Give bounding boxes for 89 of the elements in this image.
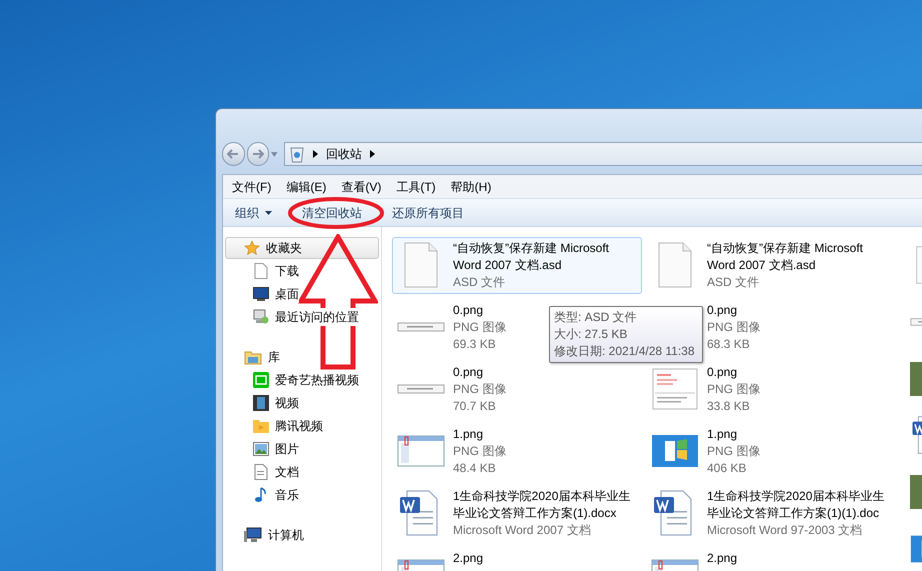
file-name: 0.png	[707, 364, 738, 381]
image-thumbnail-icon	[397, 321, 445, 333]
nav-item-label: 最近访问的位置	[275, 308, 359, 326]
file-name: 2.png	[453, 550, 484, 567]
file-name: 0.png	[453, 302, 484, 319]
file-tile[interactable]: 2.png	[646, 547, 896, 571]
file-tile[interactable]: 1.png PNG 图像 406 KB	[646, 423, 896, 480]
folder-icon	[244, 349, 262, 365]
star-icon	[244, 240, 260, 256]
nav-item[interactable]: 桌面	[223, 282, 381, 305]
back-button[interactable]	[222, 142, 245, 166]
file-name: 1.png	[453, 426, 484, 443]
file-name: “自动恢复”保存新建 Microsoft Word 2007 文档.asd	[453, 240, 610, 274]
toolbar-button[interactable]: 还原所有项目	[392, 204, 464, 222]
back-arrow-icon	[227, 149, 240, 159]
caret-icon	[265, 210, 272, 214]
organize-dropdown[interactable]: 组织	[235, 204, 272, 222]
picture-icon	[253, 442, 269, 456]
nav-item[interactable]: 腾讯视频	[223, 414, 381, 437]
breadcrumb-arrow-icon	[313, 150, 318, 158]
file-name: 1生命科技学院2020届本科毕业生毕业论文答辩工作方案(1).docx	[453, 488, 632, 522]
file-size: 69.3 KB	[453, 336, 496, 353]
menu-item[interactable]: 帮助(H)	[446, 178, 496, 196]
monitor-icon	[253, 286, 269, 300]
nav-item[interactable]: 图片	[223, 437, 381, 460]
file-size: 33.8 KB	[707, 398, 750, 415]
address-bar[interactable]: 回收站	[284, 142, 922, 166]
file-name: 0.png	[453, 364, 484, 381]
nav-group-label: 库	[268, 349, 280, 366]
file-tile[interactable]: 0.png PNG 图像 70.7 KB	[392, 361, 642, 418]
computer-icon	[244, 527, 262, 543]
nav-item-label: 音乐	[275, 486, 299, 504]
nav-group-label: 计算机	[268, 527, 304, 544]
file-type: PNG 图像	[707, 319, 760, 336]
file-size: 70.7 KB	[453, 398, 496, 415]
breadcrumb-arrow-icon	[370, 150, 375, 158]
file-type: ASD 文件	[453, 274, 506, 291]
video-app-icon	[253, 372, 269, 388]
file-name: 1.png	[707, 426, 738, 443]
menu-item[interactable]: 编辑(E)	[281, 178, 332, 196]
file-tile[interactable]: 1生命科技学院2020届本科毕业生毕业论文答辩工作方案(1)(1).doc Microsoft Word 97-2003 文档	[646, 485, 896, 542]
tooltip-line: 修改日期: 2021/4/28 11:38	[554, 343, 696, 360]
image-thumbnail-icon	[397, 383, 445, 395]
file-tile[interactable]: 2.png	[392, 547, 642, 571]
file-size: 68.3 KB	[707, 336, 750, 353]
nav-item[interactable]: 爱奇艺热播视频	[223, 368, 381, 391]
document-icon	[254, 464, 268, 480]
file-type: PNG 图像	[453, 319, 506, 336]
computer-clock-icon	[253, 308, 269, 324]
file-type: PNG 图像	[453, 381, 506, 398]
file-tile[interactable]: “自动恢复”保存新建 Microsoft Word 2007 文档.asd ASD 文件	[392, 237, 642, 294]
file-size: 48.4 KB	[453, 460, 496, 477]
menu-item[interactable]: 工具(T)	[391, 178, 441, 196]
nav-item[interactable]: 音乐	[223, 483, 381, 506]
file-tile[interactable]: 0.png PNG 图像 33.8 KB	[646, 361, 896, 418]
forward-arrow-icon	[252, 149, 264, 159]
file-name: 0.png	[707, 302, 738, 319]
nav-item[interactable]: 下载	[223, 259, 381, 282]
file-type: PNG 图像	[453, 443, 506, 460]
nav-group-header[interactable]: 计算机	[225, 524, 379, 546]
nav-group-header[interactable]: 库	[225, 346, 379, 368]
file-name: “自动恢复”保存新建 Microsoft Word 2007 文档.asd	[707, 240, 864, 274]
nav-item[interactable]: 最近访问的位置	[223, 305, 381, 328]
menu-item[interactable]: 查看(V)	[336, 178, 386, 196]
file-type: PNG 图像	[707, 381, 760, 398]
nav-item[interactable]: 视频	[223, 391, 381, 414]
history-caret-icon	[271, 152, 278, 156]
nav-group-label: 收藏夹	[266, 240, 302, 257]
nav-item[interactable]: 文档	[223, 460, 381, 483]
file-type: ASD 文件	[707, 274, 760, 291]
file-size: 406 KB	[707, 460, 746, 477]
file-type: PNG 图像	[707, 443, 760, 460]
recycle-bin-icon	[289, 145, 305, 163]
file-type: Microsoft Word 97-2003 文档	[707, 522, 862, 539]
music-note-icon	[254, 486, 268, 502]
file-name: 1生命科技学院2020届本科毕业生毕业论文答辩工作方案(1)(1).doc	[707, 488, 886, 522]
nav-group-header[interactable]: 收藏夹	[225, 237, 379, 259]
file-tile[interactable]: 1生命科技学院2020届本科毕业生毕业论文答辩工作方案(1).docx Microsoft Word 2007 文档	[392, 485, 642, 542]
file-tile[interactable]: 1.png PNG 图像 48.4 KB	[392, 423, 642, 480]
forward-button[interactable]	[246, 142, 270, 166]
tooltip-line: 类型: ASD 文件	[554, 309, 638, 326]
film-icon	[253, 394, 269, 410]
address-path[interactable]: 回收站	[326, 145, 362, 163]
file-tile[interactable]: “自动恢复”保存新建 Microsoft Word 2007 文档.asd ASD 文件	[646, 237, 896, 294]
menu-item[interactable]: 文件(F)	[227, 178, 276, 196]
file-name: 2.png	[707, 550, 738, 567]
tooltip-line: 大小: 27.5 KB	[554, 326, 628, 343]
play-folder-icon	[253, 418, 269, 434]
file-type: Microsoft Word 2007 文档	[453, 522, 591, 539]
